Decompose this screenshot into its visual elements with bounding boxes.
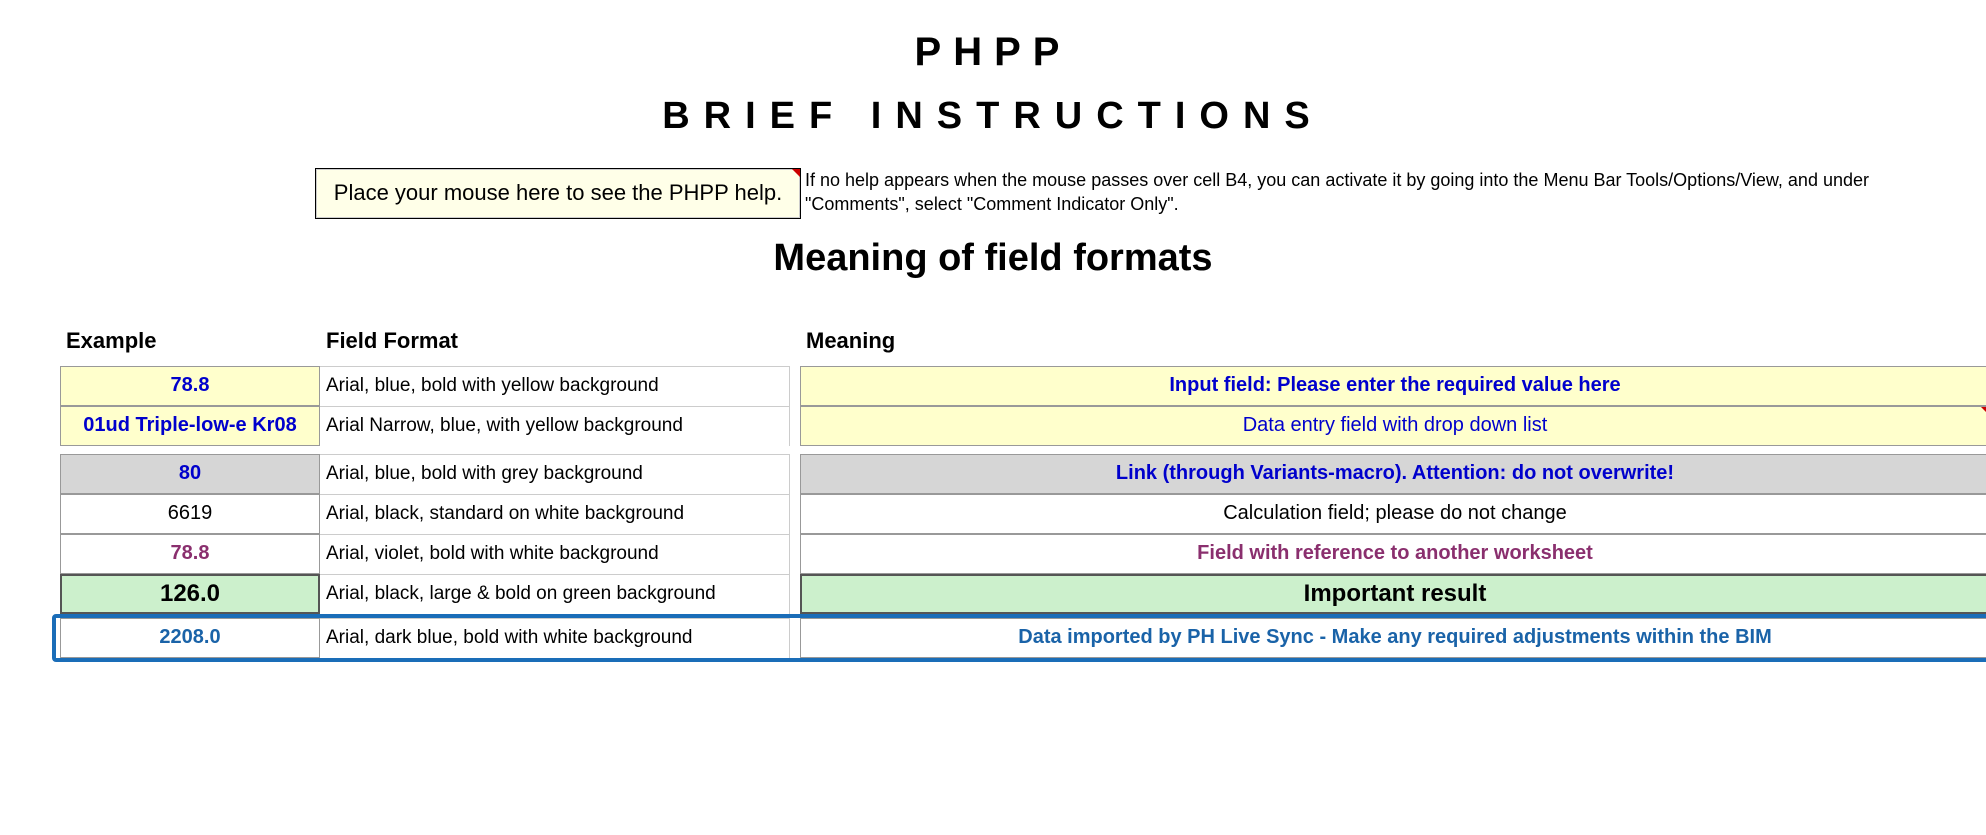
help-row: Place your mouse here to see the PHPP he… — [315, 168, 1956, 219]
format-desc: Arial, dark blue, bold with white backgr… — [320, 618, 790, 658]
example-result-field: 126.0 — [60, 574, 320, 614]
example-link-field: 80 — [60, 454, 320, 494]
meaning-dropdown-field: Data entry field with drop down list — [800, 406, 1986, 446]
page-title-1: PHPP — [30, 30, 1956, 75]
format-desc: Arial, black, large & bold on green back… — [320, 574, 790, 614]
example-input-field[interactable]: 78.8 — [60, 366, 320, 406]
meaning-calc-field: Calculation field; please do not change — [800, 494, 1986, 534]
help-description: If no help appears when the mouse passes… — [801, 168, 1956, 217]
col-header-format: Field Format — [320, 320, 800, 366]
format-desc: Arial Narrow, blue, with yellow backgrou… — [320, 406, 790, 446]
field-format-table: Example Field Format Meaning 78.8 Arial,… — [60, 320, 1956, 662]
example-livesync-field: 2208.0 — [60, 618, 320, 658]
meaning-livesync-field: Data imported by PH Live Sync - Make any… — [800, 618, 1986, 658]
col-header-example: Example — [60, 320, 320, 366]
format-desc: Arial, black, standard on white backgrou… — [320, 494, 790, 534]
page-title-2: BRIEF INSTRUCTIONS — [30, 95, 1956, 138]
meaning-result-field: Important result — [800, 574, 1986, 614]
section-subtitle: Meaning of field formats — [30, 237, 1956, 280]
meaning-input-field: Input field: Please enter the required v… — [800, 366, 1986, 406]
example-calc-field: 6619 — [60, 494, 320, 534]
highlighted-row: 2208.0 Arial, dark blue, bold with white… — [52, 614, 1986, 662]
format-desc: Arial, blue, bold with grey background — [320, 454, 790, 494]
format-desc: Arial, blue, bold with yellow background — [320, 366, 790, 406]
format-desc: Arial, violet, bold with white backgroun… — [320, 534, 790, 574]
example-reference-field: 78.8 — [60, 534, 320, 574]
meaning-link-field: Link (through Variants-macro). Attention… — [800, 454, 1986, 494]
col-header-meaning: Meaning — [800, 320, 1986, 366]
help-hover-cell[interactable]: Place your mouse here to see the PHPP he… — [315, 168, 801, 219]
example-dropdown-field[interactable]: 01ud Triple-low-e Kr08 — [60, 406, 320, 446]
meaning-reference-field: Field with reference to another workshee… — [800, 534, 1986, 574]
